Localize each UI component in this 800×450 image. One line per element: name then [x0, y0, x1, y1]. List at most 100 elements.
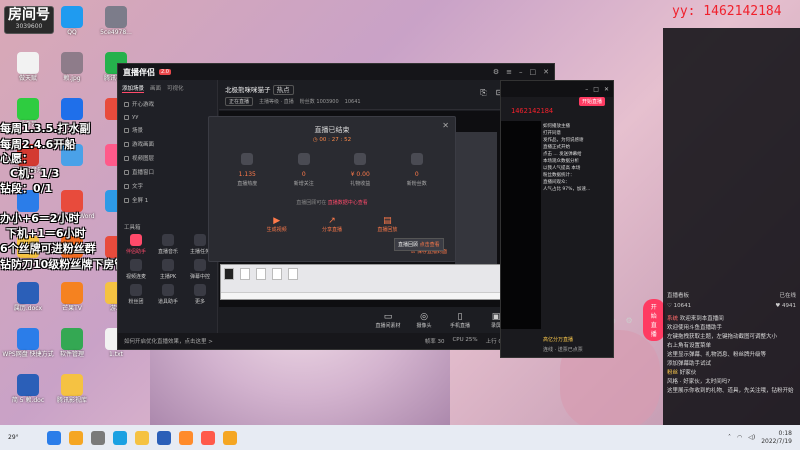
volume-icon[interactable]: ◁): [748, 434, 755, 441]
chat-text: 好家伙: [679, 370, 697, 376]
tool-label: 更多: [194, 299, 205, 305]
store-icon[interactable]: [156, 430, 171, 445]
data-center-link[interactable]: 直播数据中心查看: [328, 200, 368, 206]
chat-messages[interactable]: 系统 欢迎来到本直播间 欢迎使用斗鱼直播助手 左键拖拽获取主题，左键拖动截图可调整大…: [663, 313, 800, 398]
eye-icon[interactable]: [124, 101, 129, 107]
minimize-icon[interactable]: –: [519, 68, 523, 76]
source-button[interactable]: ◎ 摄像头: [411, 312, 437, 329]
start-live-button[interactable]: 开始直播: [642, 299, 665, 341]
close-icon[interactable]: ✕: [543, 68, 549, 76]
scene-item[interactable]: 全屏 1: [118, 193, 217, 207]
tool-item[interactable]: 更多: [184, 284, 216, 305]
chat-text: 欢迎来到本直播间: [679, 316, 724, 322]
chat-message: 添加弹幕助手试试: [667, 360, 796, 369]
meta-item: 主播等级 · 直播: [259, 99, 294, 105]
titlebar: 直播伴侣 2.0 ⚙ ≡ – □ ✕: [118, 64, 554, 80]
scene-item[interactable]: yy: [118, 111, 217, 123]
scene-tab[interactable]: 添加场景: [122, 84, 145, 93]
eye-icon[interactable]: [124, 141, 129, 147]
weather[interactable]: 29°: [8, 434, 19, 441]
tool-item[interactable]: 直播音乐: [152, 234, 184, 255]
chat-author[interactable]: 粉丝: [667, 370, 678, 376]
chat-message: 右上角有设置菜单: [667, 342, 796, 351]
source-button[interactable]: ▯ 手机直播: [447, 312, 473, 329]
chat-line: 以我人气提高 本场: [543, 166, 581, 171]
tool-item[interactable]: 伴侣助手: [120, 234, 152, 255]
share-icon[interactable]: ⎘: [480, 88, 486, 98]
chat-line: 人气占比 97%，加速...: [543, 187, 591, 192]
tool-icon: [194, 234, 206, 246]
room-label: 房间号: [8, 7, 50, 23]
meta-item: 粉丝数 1003900: [299, 99, 339, 105]
chat-message: 粉丝 好家伙: [667, 369, 796, 378]
eye-icon[interactable]: [124, 114, 129, 120]
stat-item: 0 新增关注: [281, 153, 327, 187]
scene-tab[interactable]: 画面: [150, 84, 161, 93]
scene-item[interactable]: 直播窗口: [118, 165, 217, 179]
live-room-panel: 直播看板 已在线 ♡ 10641 ♥ 4941 系统 欢迎来到本直播间 欢迎使用斗鱼…: [663, 28, 800, 425]
overlay-line: 钻防刀10级粉丝牌下房管: [0, 258, 126, 271]
chat-author[interactable]: 系统: [667, 316, 678, 322]
app1-icon[interactable]: [178, 430, 193, 445]
edge-icon[interactable]: [112, 430, 127, 445]
panel-stat: ♥ 4941: [775, 303, 796, 309]
chat-line: 打开同意: [543, 131, 561, 136]
tool-item[interactable]: 粉丝团: [120, 284, 152, 305]
maximize-icon[interactable]: □: [530, 68, 537, 76]
eye-icon[interactable]: [124, 155, 129, 161]
tool-item[interactable]: 弹幕中控: [184, 259, 216, 280]
secondary-start-button[interactable]: 开始直播: [578, 97, 605, 106]
desktop-icon[interactable]: 腾讯影视库: [44, 374, 100, 405]
tool-item[interactable]: 视频连麦: [120, 259, 152, 280]
app2-icon[interactable]: [200, 430, 215, 445]
chevron-up-icon[interactable]: ˄: [728, 434, 731, 441]
settings-icon[interactable]: ⚙: [493, 68, 499, 76]
desktop-icon[interactable]: 5ce4978...: [88, 6, 144, 37]
app3-icon[interactable]: [222, 430, 237, 445]
eye-icon[interactable]: [124, 183, 129, 189]
scene-item[interactable]: 场景: [118, 123, 217, 137]
close-icon[interactable]: ✕: [604, 86, 609, 93]
dialog-action-button[interactable]: ▤ 直播回放: [377, 216, 397, 233]
widgets-icon[interactable]: [68, 430, 83, 445]
scene-item[interactable]: 开心游戏: [118, 97, 217, 111]
gear-icon[interactable]: ⚙: [626, 316, 633, 325]
scene-label: 游戏画面: [132, 142, 155, 148]
notice-link[interactable]: 如何开启优化直播效果，点击这里 >: [124, 337, 213, 345]
search-icon[interactable]: [90, 430, 105, 445]
tooltip-link[interactable]: 点击查看: [420, 242, 440, 248]
dialog-action-button[interactable]: ↗ 分享直播: [322, 216, 342, 233]
wifi-icon[interactable]: ◠: [737, 434, 742, 441]
scene-item[interactable]: 游戏画面: [118, 137, 217, 151]
clock[interactable]: 0:18 2022/7/19: [761, 430, 792, 446]
source-button[interactable]: ▭ 直播间素材: [375, 312, 401, 329]
eye-icon[interactable]: [124, 127, 129, 133]
source-label: 手机直播: [449, 322, 470, 329]
secondary-footer: 高亿分万直播: [543, 337, 574, 343]
menu-icon[interactable]: ≡: [506, 68, 512, 76]
scene-tab[interactable]: 可视化: [167, 84, 184, 93]
eye-icon[interactable]: [124, 169, 129, 175]
tool-icon: [194, 284, 206, 296]
minimize-icon[interactable]: –: [585, 86, 588, 93]
chat-message: 欢迎使用斗鱼直播助手: [667, 324, 796, 333]
status-badge: 正在直播: [225, 97, 254, 106]
eye-icon[interactable]: [124, 197, 129, 203]
overlay-line: C机：1/3: [10, 167, 60, 180]
source-label: 直播间素材: [375, 322, 401, 329]
tool-item[interactable]: 道具助手: [152, 284, 184, 305]
scene-label: 直播窗口: [132, 170, 155, 176]
app-icon: [61, 328, 83, 350]
scene-label: 文字: [132, 184, 144, 190]
start-icon[interactable]: [46, 430, 61, 445]
explorer-icon[interactable]: [134, 430, 149, 445]
scene-item[interactable]: 视频图层: [118, 151, 217, 165]
tool-item[interactable]: 主播PK: [152, 259, 184, 280]
maximize-icon[interactable]: □: [593, 86, 599, 93]
close-icon[interactable]: ✕: [442, 121, 449, 130]
stat-label: 礼物收益: [350, 181, 371, 187]
dialog-title: 直播已结束: [314, 126, 350, 134]
scene-item[interactable]: 文字: [118, 179, 217, 193]
tool-icon: [130, 234, 142, 246]
dialog-action-button[interactable]: ▶ 生成视频: [267, 216, 287, 233]
